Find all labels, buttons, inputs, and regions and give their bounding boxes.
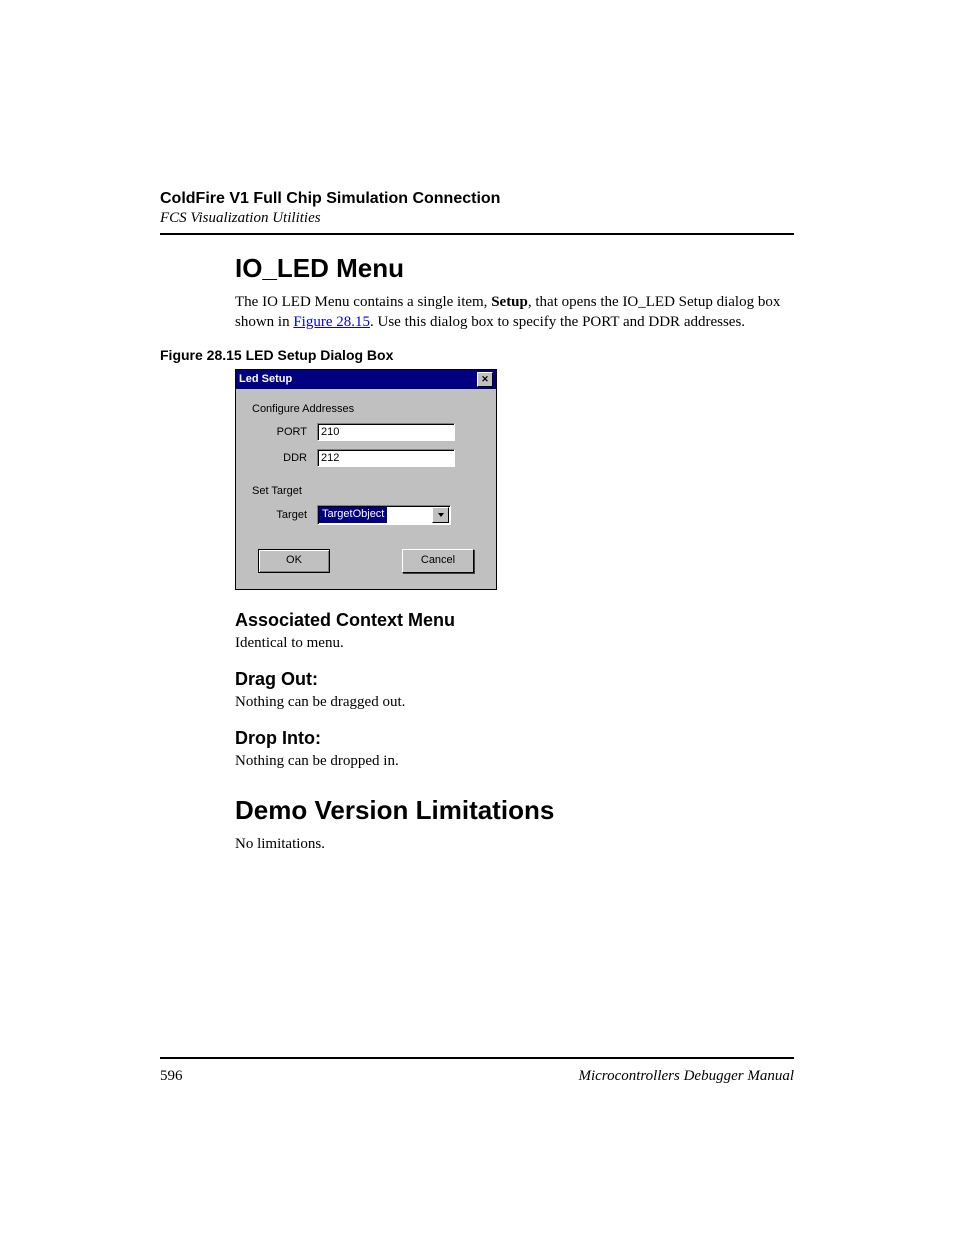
footer-rule xyxy=(160,1057,794,1059)
figure-caption: Figure 28.15 LED Setup Dialog Box xyxy=(160,347,794,363)
port-label: PORT xyxy=(252,426,317,438)
figure-link[interactable]: Figure 28.15 xyxy=(293,314,370,330)
manual-title: Microcontrollers Debugger Manual xyxy=(578,1068,794,1085)
cancel-button[interactable]: Cancel xyxy=(402,549,474,573)
subheading-drop-into: Drop Into: xyxy=(235,728,794,749)
subheading-context-menu: Associated Context Menu xyxy=(235,610,794,631)
target-dropdown-value: TargetObject xyxy=(319,507,387,523)
dialog-title: Led Setup xyxy=(239,373,292,385)
subheading-drag-out: Drag Out: xyxy=(235,669,794,690)
page-number: 596 xyxy=(160,1068,183,1085)
header-rule xyxy=(160,233,794,235)
drag-out-text: Nothing can be dragged out. xyxy=(235,692,794,712)
ddr-input[interactable]: 212 xyxy=(317,449,455,467)
port-input[interactable]: 210 xyxy=(317,423,455,441)
ddr-label: DDR xyxy=(252,452,317,464)
section-heading-demo: Demo Version Limitations xyxy=(235,795,794,826)
dialog-titlebar: Led Setup ✕ xyxy=(236,370,496,389)
para-bold-setup: Setup xyxy=(491,294,528,310)
context-menu-text: Identical to menu. xyxy=(235,633,794,653)
ok-button[interactable]: OK xyxy=(258,549,330,573)
target-label: Target xyxy=(252,509,317,521)
section-paragraph: The IO LED Menu contains a single item, … xyxy=(235,292,794,333)
demo-text: No limitations. xyxy=(235,834,794,854)
section-heading-io-led: IO_LED Menu xyxy=(235,253,794,284)
chapter-title: ColdFire V1 Full Chip Simulation Connect… xyxy=(160,190,794,208)
close-button[interactable]: ✕ xyxy=(477,372,493,387)
close-icon: ✕ xyxy=(481,374,489,385)
set-target-label: Set Target xyxy=(252,485,480,497)
configure-addresses-label: Configure Addresses xyxy=(252,403,480,415)
led-setup-dialog: Led Setup ✕ Configure Addresses PORT 210… xyxy=(235,369,497,590)
chevron-down-icon xyxy=(432,507,449,523)
drop-into-text: Nothing can be dropped in. xyxy=(235,751,794,771)
para-text-1: The IO LED Menu contains a single item, xyxy=(235,294,491,310)
para-text-3: . Use this dialog box to specify the POR… xyxy=(370,314,745,330)
target-dropdown[interactable]: TargetObject xyxy=(317,505,451,525)
chapter-subtitle: FCS Visualization Utilities xyxy=(160,210,794,227)
